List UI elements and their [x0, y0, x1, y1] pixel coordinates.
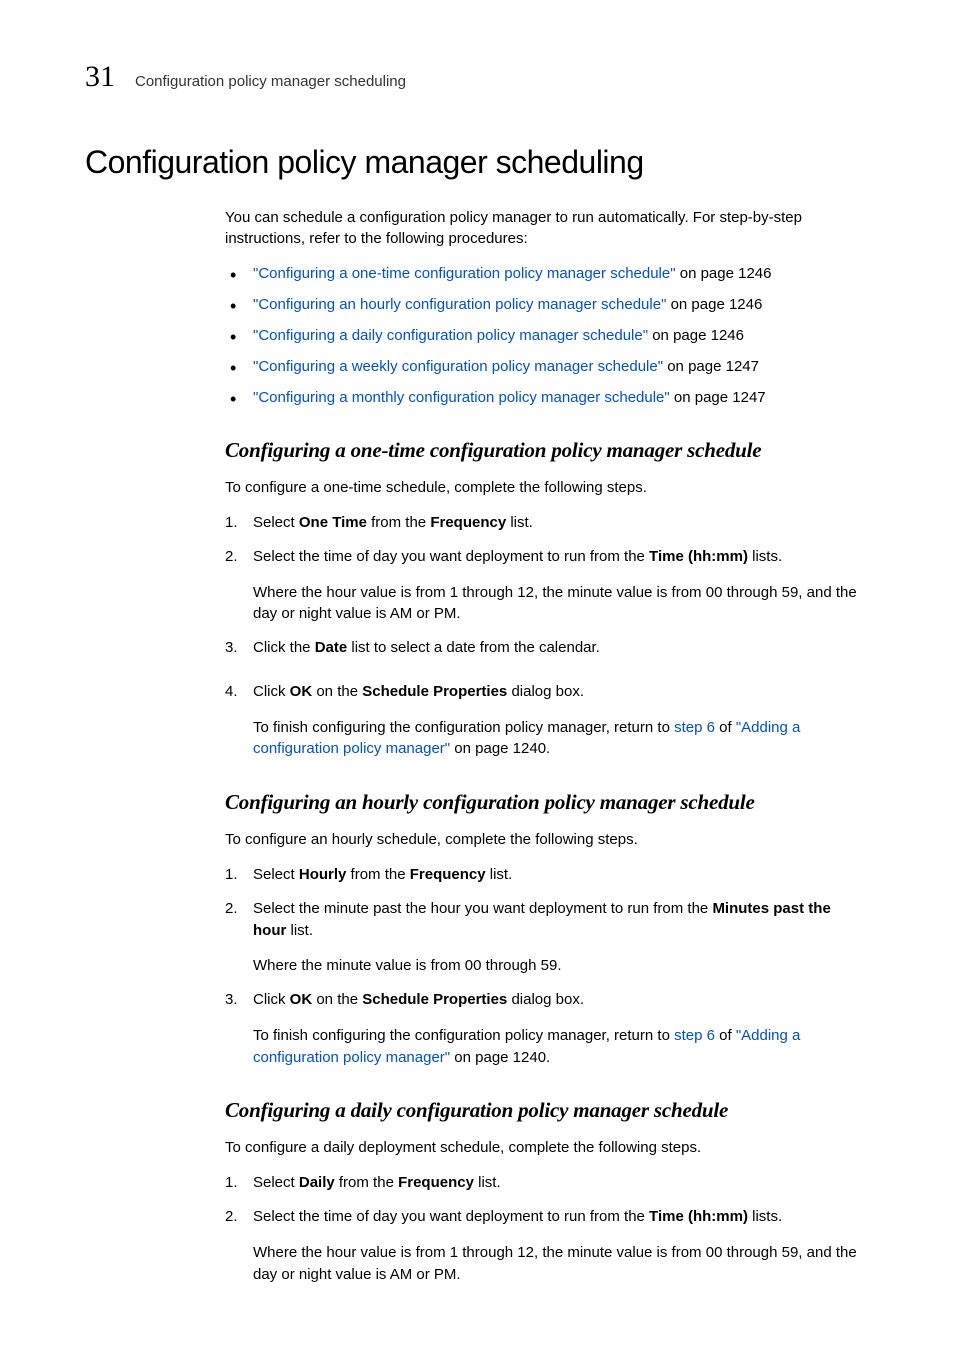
- text: Select: [253, 514, 299, 531]
- text: list.: [474, 1174, 501, 1191]
- xref-link[interactable]: step 6: [674, 719, 715, 736]
- toc-list: "Configuring a one-time configuration po…: [225, 263, 865, 408]
- steps-list: Select Hourly from the Frequency list. S…: [225, 864, 865, 1068]
- toc-suffix: on page 1246: [676, 265, 772, 282]
- text-bold: Daily: [299, 1174, 335, 1191]
- toc-link[interactable]: "Configuring a one-time configuration po…: [253, 265, 676, 282]
- section-heading-hourly: Configuring an hourly configuration poli…: [225, 790, 865, 815]
- text: of: [715, 719, 736, 736]
- text: list.: [286, 922, 313, 939]
- step-body: Where the minute value is from 00 throug…: [253, 955, 865, 977]
- main-heading: Configuration policy manager scheduling: [85, 144, 869, 181]
- section-intro: To configure a daily deployment schedule…: [225, 1137, 865, 1158]
- step-item: Click the Date list to select a date fro…: [225, 637, 865, 659]
- text-bold: Frequency: [398, 1174, 474, 1191]
- step-body: To finish configuring the configuration …: [253, 1025, 865, 1069]
- text: Select: [253, 1174, 299, 1191]
- text-bold: One Time: [299, 514, 367, 531]
- page: 31 Configuration policy manager scheduli…: [0, 0, 954, 1357]
- text: lists.: [748, 548, 782, 565]
- text: To finish configuring the configuration …: [253, 719, 674, 736]
- toc-suffix: on page 1246: [648, 327, 744, 344]
- step-item: Select Daily from the Frequency list.: [225, 1172, 865, 1194]
- step-body: Where the hour value is from 1 through 1…: [253, 1242, 865, 1286]
- section-heading-daily: Configuring a daily configuration policy…: [225, 1098, 865, 1123]
- toc-item: "Configuring a one-time configuration po…: [225, 263, 865, 284]
- text: Click the: [253, 639, 315, 656]
- text: on the: [312, 991, 362, 1008]
- intro-paragraph: You can schedule a configuration policy …: [225, 207, 865, 249]
- text-bold: Schedule Properties: [362, 991, 507, 1008]
- toc-suffix: on page 1247: [663, 358, 759, 375]
- text-bold: Frequency: [430, 514, 506, 531]
- text: from the: [346, 866, 409, 883]
- toc-suffix: on page 1246: [666, 296, 762, 313]
- text: of: [715, 1027, 736, 1044]
- text: lists.: [748, 1208, 782, 1225]
- toc-link[interactable]: "Configuring a weekly configuration poli…: [253, 358, 663, 375]
- steps-list: Select Daily from the Frequency list. Se…: [225, 1172, 865, 1285]
- text-bold: OK: [290, 991, 313, 1008]
- text: from the: [367, 514, 430, 531]
- text: dialog box.: [507, 683, 584, 700]
- step-item: Click OK on the Schedule Properties dial…: [225, 989, 865, 1068]
- steps-list: Select One Time from the Frequency list.…: [225, 512, 865, 760]
- toc-link[interactable]: "Configuring a daily configuration polic…: [253, 327, 648, 344]
- text: Select: [253, 866, 299, 883]
- running-title: Configuration policy manager scheduling: [135, 73, 406, 90]
- section-intro: To configure a one-time schedule, comple…: [225, 477, 865, 498]
- text: Select the time of day you want deployme…: [253, 1208, 649, 1225]
- text: To finish configuring the configuration …: [253, 1027, 674, 1044]
- text: Click: [253, 991, 290, 1008]
- step-item: Select One Time from the Frequency list.: [225, 512, 865, 534]
- page-header: 31 Configuration policy manager scheduli…: [85, 60, 869, 94]
- text: on page 1240.: [450, 1049, 550, 1066]
- text: from the: [335, 1174, 398, 1191]
- step-item: Select Hourly from the Frequency list.: [225, 864, 865, 886]
- step-item: Select the time of day you want deployme…: [225, 546, 865, 625]
- toc-suffix: on page 1247: [670, 389, 766, 406]
- step-body: To finish configuring the configuration …: [253, 717, 865, 761]
- text: list.: [486, 866, 513, 883]
- toc-item: "Configuring an hourly configuration pol…: [225, 294, 865, 315]
- toc-item: "Configuring a weekly configuration poli…: [225, 356, 865, 377]
- text-bold: Time (hh:mm): [649, 1208, 748, 1225]
- body-content: You can schedule a configuration policy …: [225, 207, 865, 1285]
- step-body: Where the hour value is from 1 through 1…: [253, 582, 865, 626]
- step-item: Select the minute past the hour you want…: [225, 898, 865, 977]
- xref-link[interactable]: step 6: [674, 1027, 715, 1044]
- section-intro: To configure an hourly schedule, complet…: [225, 829, 865, 850]
- text: list to select a date from the calendar.: [347, 639, 600, 656]
- toc-item: "Configuring a daily configuration polic…: [225, 325, 865, 346]
- text: on the: [312, 683, 362, 700]
- text: on page 1240.: [450, 740, 550, 757]
- text-bold: Hourly: [299, 866, 347, 883]
- text-bold: OK: [290, 683, 313, 700]
- text: Select the time of day you want deployme…: [253, 548, 649, 565]
- text: dialog box.: [507, 991, 584, 1008]
- toc-link[interactable]: "Configuring an hourly configuration pol…: [253, 296, 666, 313]
- step-item: Select the time of day you want deployme…: [225, 1206, 865, 1285]
- text-bold: Schedule Properties: [362, 683, 507, 700]
- text: Select the minute past the hour you want…: [253, 900, 712, 917]
- text-bold: Date: [315, 639, 348, 656]
- toc-item: "Configuring a monthly configuration pol…: [225, 387, 865, 408]
- chapter-number: 31: [85, 60, 115, 94]
- text: Click: [253, 683, 290, 700]
- toc-link[interactable]: "Configuring a monthly configuration pol…: [253, 389, 670, 406]
- section-heading-onetime: Configuring a one-time configuration pol…: [225, 438, 865, 463]
- text: list.: [506, 514, 533, 531]
- text-bold: Time (hh:mm): [649, 548, 748, 565]
- text-bold: Frequency: [410, 866, 486, 883]
- step-item: Click OK on the Schedule Properties dial…: [225, 681, 865, 760]
